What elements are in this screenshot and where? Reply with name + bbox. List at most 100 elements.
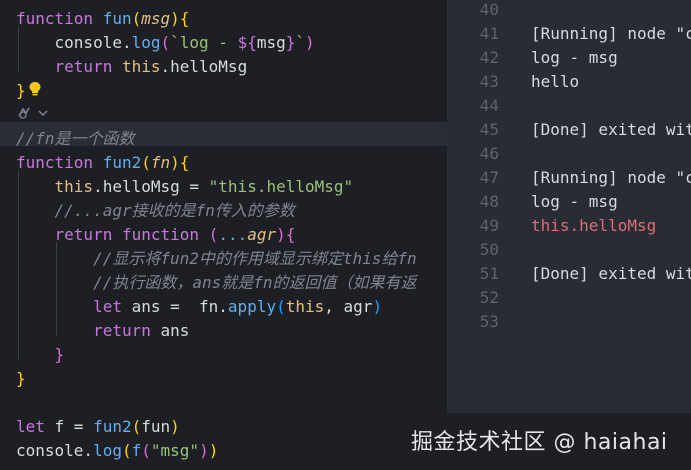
code-token: ) <box>372 297 383 316</box>
line-number: 49 <box>479 216 499 235</box>
code-token: log <box>93 441 122 460</box>
line-number: 51 <box>479 264 499 283</box>
line-number: 50 <box>479 240 499 259</box>
code-token: ( <box>276 297 286 316</box>
line-number: 47 <box>479 168 499 187</box>
code-token: function <box>16 9 103 28</box>
output-text: log - msg <box>531 48 618 67</box>
code-token: return <box>93 321 161 340</box>
code-token: .helloMsg = <box>93 177 209 196</box>
code-token: } <box>16 369 26 388</box>
code-token: ans = fn. <box>131 297 228 316</box>
output-text: this.helloMsg <box>531 216 657 235</box>
code-token: .helloMsg <box>160 57 248 76</box>
line-number: 46 <box>479 144 499 163</box>
code-token: return <box>54 225 122 244</box>
output-line: 52 <box>447 286 531 310</box>
code-token: } <box>54 345 65 364</box>
code-token: } <box>16 81 26 100</box>
output-line: 42 log - msg <box>447 46 618 70</box>
line-number: 44 <box>479 96 499 115</box>
line-number: 45 <box>479 120 499 139</box>
lightbulb-icon[interactable] <box>28 81 42 97</box>
code-token: ( <box>131 9 142 28</box>
code-token: , agr <box>324 297 373 316</box>
code-line: //fn是一个函数 <box>16 127 135 151</box>
code-line: function fun2(fn){ <box>16 151 189 175</box>
code-token: fun <box>102 9 132 28</box>
code-token: this <box>285 297 325 316</box>
line-number: 40 <box>479 0 499 19</box>
code-token: "this.helloMsg" <box>208 177 354 196</box>
code-line: this.helloMsg = "this.helloMsg" <box>16 175 354 199</box>
code-line: } <box>16 79 26 103</box>
code-line: //...agr接收的是fn传入的参数 <box>16 199 295 223</box>
code-token: ) <box>208 441 219 460</box>
code-token: ) <box>199 441 209 460</box>
line-number: 48 <box>479 192 499 211</box>
output-line: 41 [Running] node "c <box>447 22 691 46</box>
code-editor[interactable]: function fun(msg){ console.log(`log - ${… <box>0 0 447 470</box>
output-line: 51 [Done] exited wit <box>447 262 691 286</box>
code-token: return <box>54 57 122 76</box>
output-line: 46 <box>447 142 531 166</box>
code-token: ${ <box>237 33 257 52</box>
codelens-icon[interactable] <box>17 106 51 120</box>
code-token: `log - <box>170 33 238 52</box>
code-token: let <box>93 297 132 316</box>
code-token: msg <box>141 9 171 28</box>
line-number: 43 <box>479 72 499 91</box>
line-number: 41 <box>479 24 499 43</box>
output-line: 49 this.helloMsg <box>447 214 657 238</box>
code-line: console.log(f("msg")) <box>16 439 218 463</box>
code-token: let <box>16 417 55 436</box>
output-line: 48 log - msg <box>447 190 618 214</box>
line-number: 42 <box>479 48 499 67</box>
code-token: } <box>285 33 296 52</box>
code-token: function <box>121 225 209 244</box>
code-token: ( <box>121 441 132 460</box>
code-line: return ans <box>16 319 189 343</box>
code-token: msg <box>256 33 286 52</box>
code-line: let f = fun2(fun) <box>16 415 180 439</box>
code-token: ){ <box>170 153 190 172</box>
code-line: //显示将fun2中的作用域显示绑定this给fn <box>16 247 417 271</box>
code-line: console.log(`log - ${msg}`) <box>16 31 315 55</box>
code-token: //执行函数，ans就是fn的返回值（如果有返 <box>93 273 417 292</box>
watermark-text: 掘金技术社区 @ haiahai <box>411 430 668 455</box>
code-token: console. <box>16 33 132 52</box>
code-token: fun2 <box>102 153 142 172</box>
output-text: [Running] node "c <box>531 24 691 43</box>
code-line: function fun(msg){ <box>16 7 189 31</box>
code-token: f <box>131 441 142 460</box>
output-text: [Done] exited wit <box>531 120 691 139</box>
code-token: log <box>131 33 161 52</box>
output-text: log - msg <box>531 192 618 211</box>
code-token: ... <box>218 225 248 244</box>
code-line: } <box>16 367 26 391</box>
line-number: 53 <box>479 312 499 331</box>
code-line: return function (...agr){ <box>16 223 296 247</box>
code-token: ){ <box>276 225 296 244</box>
code-token: ) <box>305 33 315 52</box>
output-line: 44 <box>447 94 531 118</box>
code-token: fn <box>150 153 171 172</box>
code-token: ) <box>170 417 180 436</box>
code-token: ( <box>208 225 219 244</box>
code-token: ans <box>160 321 190 340</box>
output-line: 47 [Running] node "c <box>447 166 691 190</box>
output-line: 45 [Done] exited wit <box>447 118 691 142</box>
code-token: this <box>54 177 94 196</box>
output-panel[interactable]: 40 41 [Running] node "c 42 log - msg 43 hello 4… <box>447 0 691 413</box>
output-line: 50 <box>447 238 531 262</box>
code-token: "msg" <box>150 441 200 460</box>
code-token: //...agr接收的是fn传入的参数 <box>54 201 295 220</box>
